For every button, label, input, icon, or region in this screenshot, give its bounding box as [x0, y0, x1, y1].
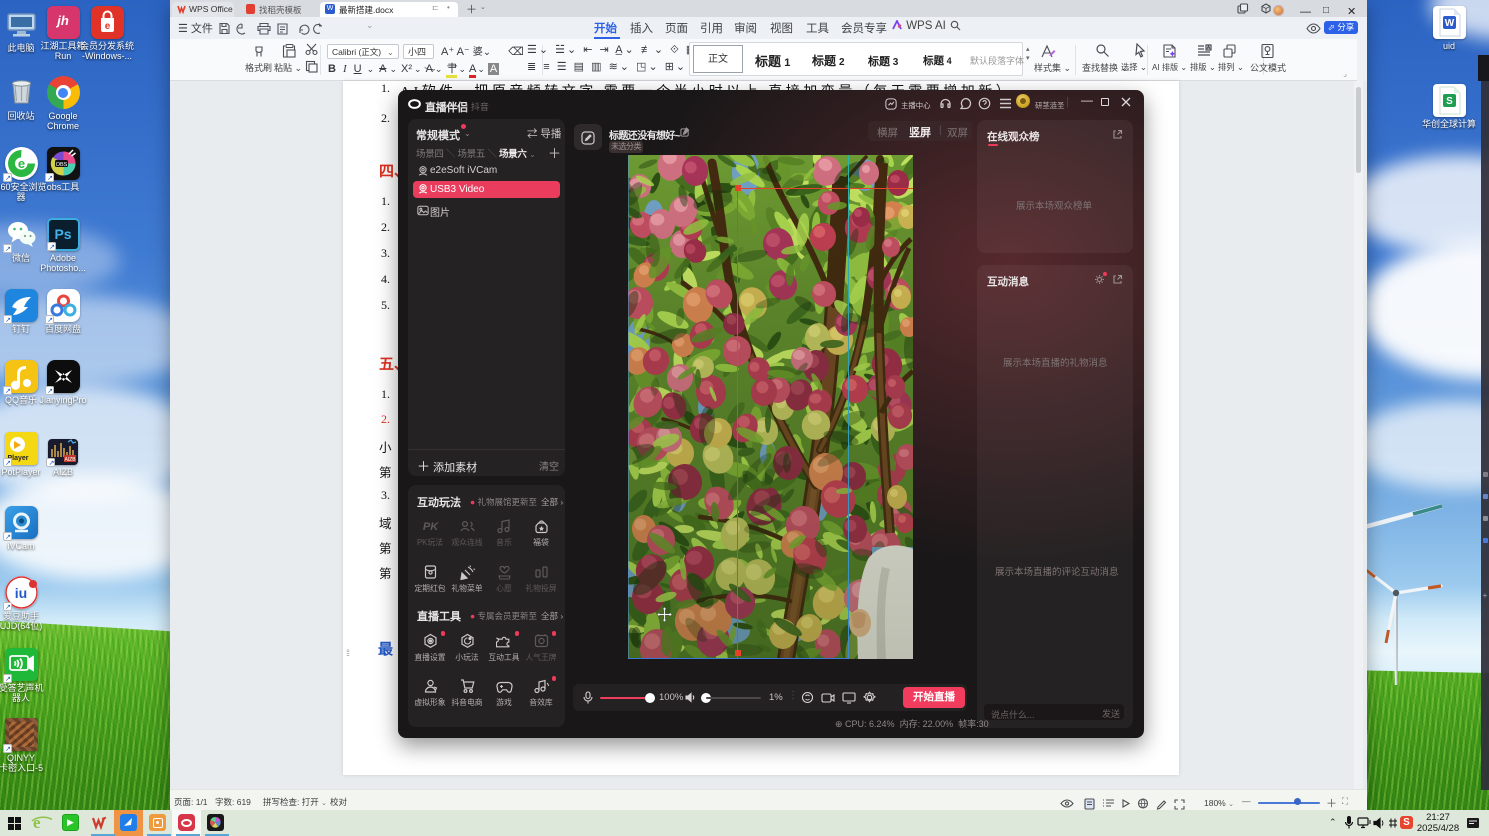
- svg-text:e: e: [104, 21, 110, 32]
- svg-text:iu: iu: [14, 585, 26, 601]
- svg-text:AIZB: AIZB: [64, 457, 76, 463]
- svg-text:S: S: [1446, 96, 1453, 107]
- svg-text:OBS: OBS: [55, 162, 67, 168]
- svg-text:PK: PK: [422, 521, 438, 533]
- svg-text:e: e: [17, 156, 24, 171]
- svg-text:W: W: [1444, 18, 1454, 29]
